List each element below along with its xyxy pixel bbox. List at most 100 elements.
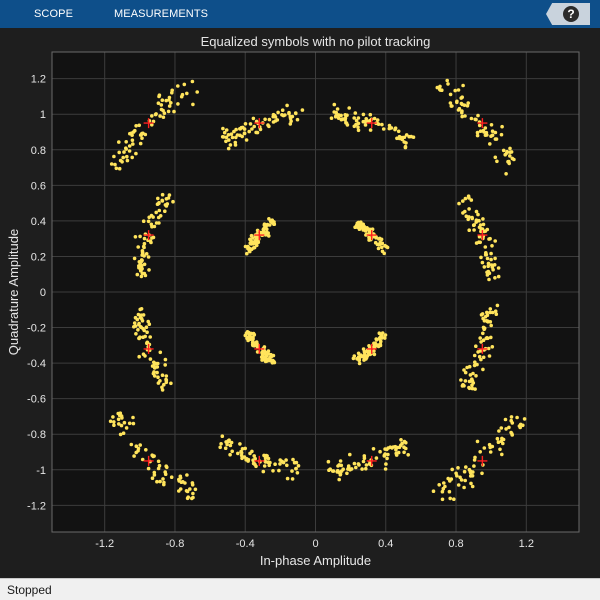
tab-scope[interactable]: SCOPE xyxy=(34,0,73,28)
symbol-point xyxy=(367,462,372,466)
symbol-point xyxy=(488,236,492,241)
symbol-point xyxy=(246,245,250,250)
symbol-point xyxy=(499,426,504,430)
symbol-point xyxy=(190,79,195,84)
symbol-point xyxy=(464,214,469,218)
symbol-point xyxy=(457,201,461,206)
symbol-point xyxy=(393,126,398,130)
symbol-point xyxy=(474,344,478,349)
symbol-point xyxy=(163,209,167,213)
help-button[interactable]: ? xyxy=(546,3,590,25)
symbol-point xyxy=(127,149,132,153)
symbol-point xyxy=(243,122,248,126)
symbol-point xyxy=(139,325,143,330)
symbol-point xyxy=(489,251,493,256)
symbol-point xyxy=(508,154,512,158)
y-tick-label: -0.6 xyxy=(27,394,46,406)
symbol-point xyxy=(359,223,363,228)
status-bar: Stopped xyxy=(0,578,600,600)
symbol-point xyxy=(223,446,228,451)
symbol-point xyxy=(440,497,445,502)
symbol-point xyxy=(359,220,363,224)
tab-measurements[interactable]: MEASUREMENTS xyxy=(114,0,208,28)
y-tick-label: -0.2 xyxy=(27,323,46,335)
symbol-point xyxy=(117,140,121,144)
symbol-point xyxy=(238,442,242,446)
symbol-point xyxy=(152,374,157,378)
symbol-point xyxy=(448,496,453,501)
symbol-point xyxy=(456,483,461,487)
symbol-point xyxy=(144,325,149,330)
symbol-point xyxy=(509,415,514,419)
symbol-point xyxy=(327,468,331,473)
symbol-point xyxy=(489,263,494,267)
symbol-point xyxy=(152,473,157,477)
symbol-point xyxy=(166,109,171,114)
x-tick-label: 1.2 xyxy=(519,538,534,550)
symbol-point xyxy=(117,166,122,171)
symbol-point xyxy=(263,350,267,355)
symbol-point xyxy=(262,464,267,468)
symbol-point xyxy=(354,465,358,470)
symbol-point xyxy=(151,215,155,219)
symbol-point xyxy=(132,454,136,458)
symbol-point xyxy=(177,477,181,482)
symbol-point xyxy=(272,222,276,226)
symbol-point xyxy=(343,118,348,122)
symbol-point xyxy=(394,448,398,452)
symbol-point xyxy=(337,477,342,482)
scope-display: -1.2 -0.8 -0.4 0 0.4 0.8 1.2 1.2 1 0.8 0.6 0.4 0.2 0 -… xyxy=(0,28,600,578)
symbol-point xyxy=(295,117,300,122)
symbol-point xyxy=(352,461,357,466)
x-axis-label: In-phase Amplitude xyxy=(260,553,371,568)
symbol-point xyxy=(456,466,460,470)
symbol-point xyxy=(116,417,121,422)
symbol-point xyxy=(150,236,154,240)
symbol-point xyxy=(485,270,489,275)
toolstrip: SCOPE MEASUREMENTS ? xyxy=(0,0,600,28)
symbol-point xyxy=(352,124,357,129)
symbol-point xyxy=(446,82,450,86)
symbol-point xyxy=(493,309,498,314)
symbol-point xyxy=(443,484,447,489)
symbol-point xyxy=(467,386,472,391)
y-tick-label: 0.8 xyxy=(31,145,46,157)
symbol-point xyxy=(438,88,443,92)
symbol-point xyxy=(169,381,173,386)
symbol-point xyxy=(140,253,144,257)
symbol-point xyxy=(504,427,508,431)
symbol-point xyxy=(447,489,452,494)
symbol-point xyxy=(169,475,174,480)
symbol-point xyxy=(404,446,408,451)
symbol-point xyxy=(122,150,126,154)
symbol-point xyxy=(469,481,473,486)
symbol-point xyxy=(273,115,278,119)
symbol-point xyxy=(152,224,157,229)
symbol-point xyxy=(142,262,147,267)
symbol-point xyxy=(278,462,282,466)
x-tick-label: 0.8 xyxy=(448,538,463,550)
symbol-point xyxy=(362,227,366,231)
symbol-point xyxy=(481,367,485,372)
symbol-point xyxy=(112,420,116,424)
symbol-point xyxy=(170,90,174,95)
symbol-point xyxy=(167,104,172,108)
symbol-point xyxy=(140,136,144,140)
symbol-point xyxy=(488,450,493,454)
symbol-point xyxy=(156,375,160,380)
symbol-point xyxy=(267,117,272,122)
symbol-point xyxy=(356,125,360,129)
symbol-point xyxy=(326,459,331,464)
symbol-point xyxy=(460,102,465,107)
y-tick-label: -1.2 xyxy=(27,500,46,512)
symbol-point xyxy=(402,450,406,455)
symbol-point xyxy=(266,349,271,353)
symbol-point xyxy=(130,138,135,142)
symbol-point xyxy=(139,274,144,279)
symbol-point xyxy=(239,449,243,454)
symbol-point xyxy=(240,134,244,139)
symbol-point xyxy=(396,450,401,455)
symbol-point xyxy=(264,456,268,460)
symbol-point xyxy=(159,107,164,112)
symbol-point xyxy=(515,415,519,420)
